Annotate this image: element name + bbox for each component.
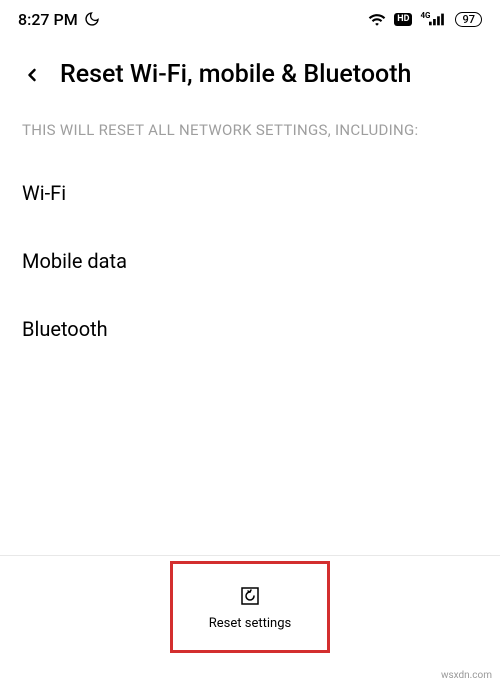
status-left: 8:27 PM (18, 10, 100, 29)
list-item: Mobile data (22, 227, 478, 295)
divider (0, 555, 500, 556)
watermark: wsxdn.com (441, 670, 492, 681)
hd-icon: HD (394, 13, 412, 26)
reset-label: Reset settings (209, 616, 291, 631)
battery-icon: 97 (455, 12, 482, 27)
status-right: HD 4G 97 (368, 12, 482, 27)
reset-settings-button[interactable]: Reset settings (170, 561, 330, 653)
reset-icon (238, 584, 262, 608)
description-text: THIS WILL RESET ALL NETWORK SETTINGS, IN… (0, 107, 500, 159)
battery-level: 97 (462, 14, 475, 25)
settings-list: Wi-Fi Mobile data Bluetooth (0, 159, 500, 363)
header: Reset Wi-Fi, mobile & Bluetooth (0, 36, 500, 107)
moon-icon (84, 11, 100, 27)
status-bar: 8:27 PM HD 4G 97 (0, 0, 500, 36)
status-time: 8:27 PM (18, 10, 78, 29)
page-title: Reset Wi-Fi, mobile & Bluetooth (60, 60, 411, 89)
wifi-icon (368, 12, 386, 26)
list-item: Bluetooth (22, 295, 478, 363)
signal-icon: 4G (420, 12, 447, 26)
chevron-left-icon (22, 65, 42, 85)
list-item: Wi-Fi (22, 159, 478, 227)
back-button[interactable] (22, 65, 42, 85)
